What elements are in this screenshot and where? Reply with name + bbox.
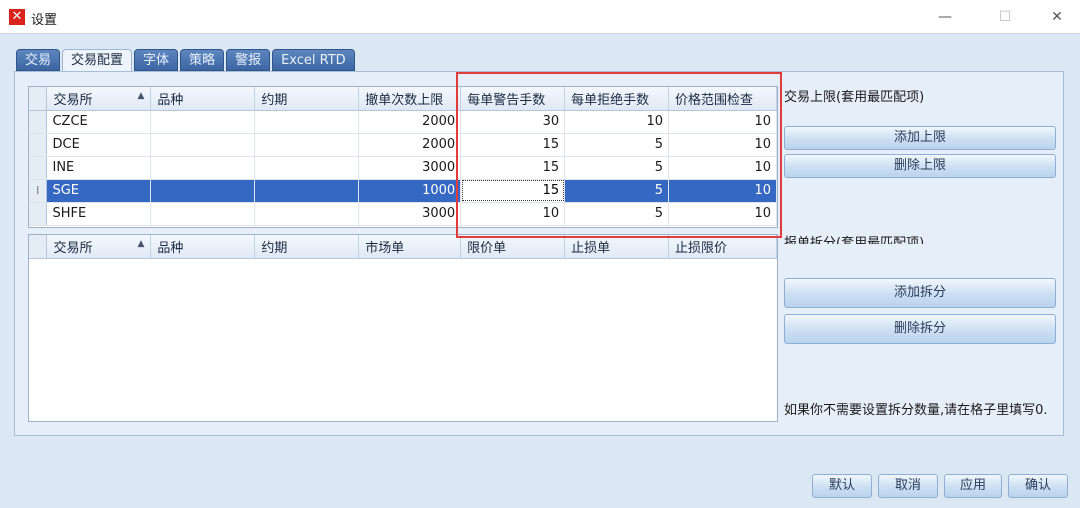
row-indicator	[29, 133, 48, 157]
table-cell[interactable]: SHFE	[46, 202, 152, 226]
table-cell[interactable]	[254, 156, 360, 180]
delete-split-button[interactable]: 删除拆分	[784, 314, 1056, 344]
table-cell[interactable]	[254, 179, 360, 203]
table-cell[interactable]	[150, 133, 256, 157]
row-indicator	[29, 110, 48, 134]
column-header-label: 品种	[157, 240, 184, 256]
table-cell[interactable]: 2000	[358, 133, 462, 157]
ok-button[interactable]: 确认	[1008, 474, 1068, 498]
table-cell[interactable]: SGE	[46, 179, 152, 203]
sort-ascending-icon: ▲	[137, 90, 145, 101]
table-cell[interactable]	[254, 202, 360, 226]
column-header-label: 交易所	[53, 240, 93, 256]
maximize-button[interactable]: ☐	[990, 6, 1020, 28]
table-cell[interactable]: CZCE	[46, 110, 152, 134]
table-cell[interactable]: 3000	[358, 156, 462, 180]
tab-3[interactable]: 策略	[180, 49, 225, 71]
close-button[interactable]: ✕	[1042, 6, 1072, 28]
column-header-label: 止损限价	[675, 240, 728, 256]
column-header-label: 约期	[261, 240, 288, 256]
tab-0[interactable]: 交易	[16, 49, 61, 71]
column-header-label: 约期	[261, 92, 288, 108]
column-header-label: 品种	[157, 92, 184, 108]
column-header[interactable]: 约期	[254, 87, 360, 111]
row-indicator-header	[29, 235, 48, 259]
table-cell[interactable]	[254, 110, 360, 134]
column-header-label: 交易所	[53, 92, 93, 108]
table-cell[interactable]	[150, 202, 256, 226]
column-header[interactable]: 市场单	[358, 235, 462, 259]
column-header[interactable]: 交易所 ▲	[46, 235, 152, 259]
apply-button[interactable]: 应用	[944, 474, 1002, 498]
column-header[interactable]: 交易所 ▲	[46, 87, 152, 111]
table-cell[interactable]	[254, 133, 360, 157]
tab-1[interactable]: 交易配置	[62, 49, 133, 72]
table-cell[interactable]	[150, 110, 256, 134]
table-cell[interactable]: INE	[46, 156, 152, 180]
split-note: 如果你不需要设置拆分数量,请在格子里填写0.	[784, 403, 1048, 418]
split-grid[interactable]: 交易所 ▲ 品种 约期 市场单 限价单 止损单 止损限价	[28, 234, 778, 422]
column-header-label: 止损单	[571, 240, 611, 256]
column-header[interactable]: 限价单	[460, 235, 566, 259]
cancel-button[interactable]: 取消	[878, 474, 938, 498]
table-cell[interactable]	[150, 179, 256, 203]
default-button[interactable]: 默认	[812, 474, 872, 498]
column-header[interactable]: 品种	[150, 235, 256, 259]
column-header[interactable]: 撤单次数上限	[358, 87, 462, 111]
delete-limit-button[interactable]: 删除上限	[784, 154, 1056, 178]
window-title: 设置	[31, 13, 58, 28]
column-header[interactable]: 止损限价	[668, 235, 777, 259]
split-label: 报单拆分(套用最匹配项)	[784, 236, 925, 244]
column-header-label: 撤单次数上限	[365, 92, 444, 108]
minimize-button[interactable]: —	[930, 6, 960, 28]
column-header[interactable]: 止损单	[564, 235, 670, 259]
tab-4[interactable]: 警报	[226, 49, 271, 71]
row-indicator	[29, 156, 48, 180]
table-cell[interactable]	[150, 156, 256, 180]
row-indicator-header	[29, 87, 48, 111]
table-cell[interactable]: DCE	[46, 133, 152, 157]
table-cell[interactable]: 3000	[358, 202, 462, 226]
table-cell[interactable]: 2000	[358, 110, 462, 134]
tab-2[interactable]: 字体	[134, 49, 179, 71]
column-header-label: 市场单	[365, 240, 405, 256]
add-limit-button[interactable]: 添加上限	[784, 126, 1056, 150]
app-logo-icon: ✕	[9, 9, 25, 25]
title-bar: ✕ 设置 — ☐ ✕	[0, 0, 1080, 34]
column-header[interactable]: 约期	[254, 235, 360, 259]
highlight-box	[456, 72, 782, 238]
add-split-button[interactable]: 添加拆分	[784, 278, 1056, 308]
row-indicator: I	[29, 179, 48, 203]
table-cell[interactable]: 1000	[358, 179, 462, 203]
sort-ascending-icon: ▲	[137, 238, 145, 249]
row-indicator	[29, 202, 48, 226]
column-header-label: 限价单	[467, 240, 507, 256]
column-header[interactable]: 品种	[150, 87, 256, 111]
tab-5[interactable]: Excel RTD	[272, 49, 355, 71]
limit-label: 交易上限(套用最匹配项)	[784, 90, 925, 105]
tab-bar: 交易 交易配置 字体 策略 警报 Excel RTD	[16, 49, 355, 72]
